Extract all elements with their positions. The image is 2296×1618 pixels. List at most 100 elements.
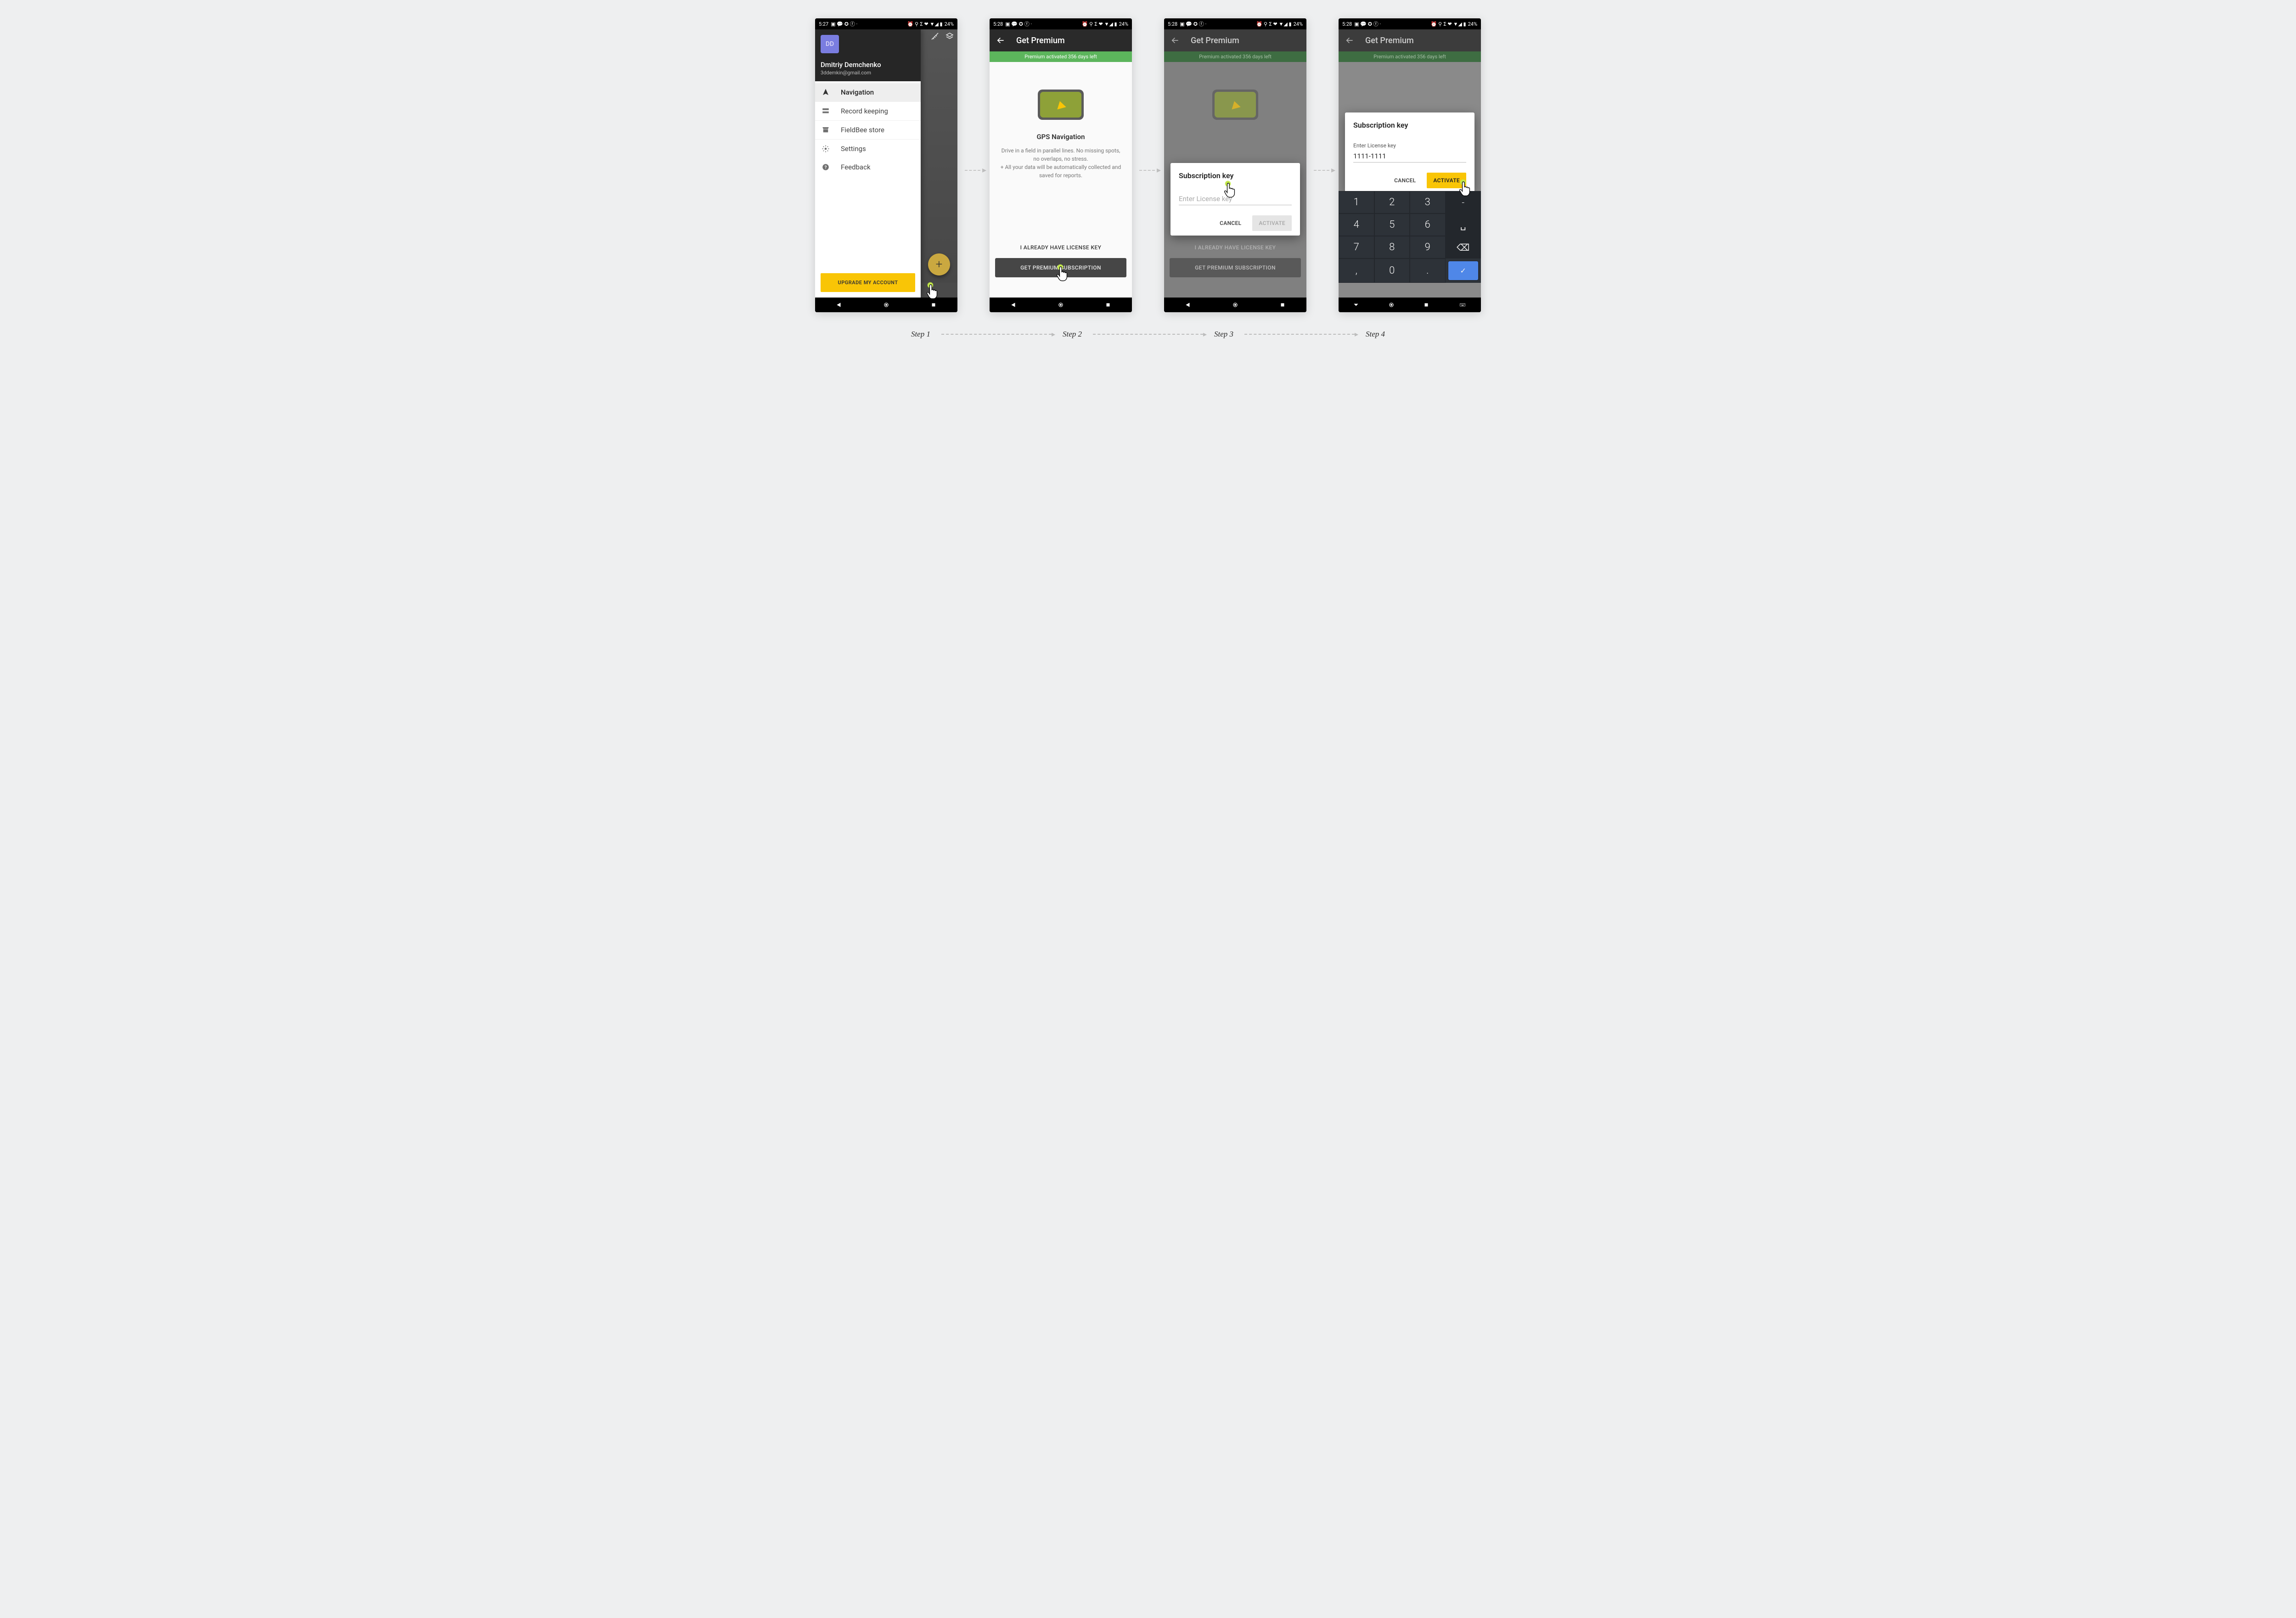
nav-recent-icon[interactable] — [1279, 302, 1286, 308]
nav-back-icon[interactable] — [1185, 302, 1191, 308]
get-subscription-button: GET PREMIUM SUBSCRIPTION — [1170, 258, 1301, 277]
premium-title: GPS Navigation — [990, 133, 1132, 141]
nav-back-icon[interactable] — [836, 302, 842, 308]
app-bar: Get Premium — [1339, 29, 1481, 51]
premium-desc-1: Drive in a field in parallel lines. No m… — [990, 146, 1132, 163]
dialog-title: Subscription key — [1179, 171, 1292, 180]
premium-illustration — [1212, 90, 1258, 120]
status-icons-left: ▣ 💬 ✪ ⓕ · — [831, 20, 857, 28]
nav-back-icon[interactable] — [1010, 302, 1017, 308]
app-bar: Get Premium — [990, 29, 1132, 51]
nav-recent-icon[interactable] — [1423, 302, 1429, 308]
premium-desc-2: + All your data will be automatically co… — [990, 163, 1132, 180]
nav-home-icon[interactable] — [883, 302, 889, 308]
nav-home-icon[interactable] — [1058, 302, 1064, 308]
key-0[interactable]: 0 — [1374, 258, 1410, 283]
android-nav-bar — [990, 298, 1132, 312]
arrow-icon: ▸ — [965, 165, 986, 175]
status-time: 5:28 — [1342, 21, 1352, 27]
nav-keyboard-icon[interactable] — [1458, 302, 1467, 308]
navigation-icon — [822, 88, 830, 96]
android-nav-bar — [1164, 298, 1306, 312]
drawer-item-store[interactable]: FieldBee store — [815, 121, 921, 140]
key-comma[interactable]: , — [1339, 258, 1374, 283]
map-background — [921, 29, 957, 283]
license-key-link[interactable]: I ALREADY HAVE LICENSE KEY — [995, 244, 1126, 251]
status-icons-right: ⏰ ⚲ ⵉ ❤ ▼◢ ▮ — [1256, 21, 1292, 27]
status-icons-left: ▣ 💬 ✪ ⓕ · — [1005, 20, 1032, 28]
android-nav-bar — [1339, 298, 1481, 312]
nav-drawer: DD Dmitriy Demchenko 3ddemkin@gmail.com … — [815, 29, 921, 298]
numeric-keypad: 1 2 3 - 4 5 6 ␣ 7 8 9 ⌫ , 0 . ✓ — [1339, 191, 1481, 283]
screen-step-3: 5:28 ▣ 💬 ✪ ⓕ · ⏰ ⚲ ⵉ ❤ ▼◢ ▮ 24% Get Prem… — [1164, 18, 1306, 312]
nav-down-icon[interactable] — [1353, 302, 1359, 308]
drawer-item-label: Record keeping — [841, 107, 888, 115]
key-done[interactable]: ✓ — [1448, 261, 1479, 281]
cancel-button[interactable]: CANCEL — [1213, 215, 1248, 231]
activate-button: ACTIVATE — [1252, 215, 1292, 231]
ruler-icon[interactable] — [931, 32, 939, 40]
activate-button[interactable]: ACTIVATE — [1427, 173, 1466, 188]
subscription-key-dialog: Subscription key Enter License key 1111-… — [1345, 112, 1474, 193]
status-bar: 5:28 ▣ 💬 ✪ ⓕ · ⏰ ⚲ ⵉ ❤ ▼◢ ▮ 24% — [1339, 18, 1481, 29]
status-bar: 5:28 ▣ 💬 ✪ ⓕ · ⏰ ⚲ ⵉ ❤ ▼◢ ▮ 24% — [1164, 18, 1306, 29]
status-icons-right: ⏰ ⚲ ⵉ ❤ ▼◢ ▮ — [1082, 21, 1117, 27]
drawer-item-feedback[interactable]: ? Feedback — [815, 158, 921, 176]
store-icon — [822, 126, 830, 134]
premium-illustration — [1038, 90, 1084, 120]
step-label-1: Step 1 — [911, 330, 930, 339]
drawer-user-name: Dmitriy Demchenko — [821, 61, 915, 69]
status-icons-left: ▣ 💬 ✪ ⓕ · — [1354, 20, 1381, 28]
status-battery: 24% — [1119, 21, 1128, 27]
fab-add[interactable]: + — [928, 253, 950, 275]
key-3[interactable]: 3 — [1410, 191, 1446, 213]
key-7[interactable]: 7 — [1339, 236, 1374, 258]
key-1[interactable]: 1 — [1339, 191, 1374, 213]
upgrade-label: UPGRADE MY ACCOUNT — [838, 280, 898, 286]
nav-recent-icon[interactable] — [930, 302, 937, 308]
nav-recent-icon[interactable] — [1105, 302, 1111, 308]
key-8[interactable]: 8 — [1374, 236, 1410, 258]
drawer-item-navigation[interactable]: Navigation — [815, 83, 921, 102]
avatar[interactable]: DD — [821, 35, 839, 53]
arrow-icon: ▸ — [1139, 165, 1161, 175]
nav-home-icon[interactable] — [1388, 302, 1395, 308]
drawer-item-label: FieldBee store — [841, 126, 884, 134]
drawer-item-settings[interactable]: Settings — [815, 140, 921, 158]
key-period[interactable]: . — [1410, 258, 1446, 283]
status-battery: 24% — [1294, 21, 1303, 27]
drawer-user-email: 3ddemkin@gmail.com — [821, 70, 915, 76]
key-5[interactable]: 5 — [1374, 213, 1410, 236]
drawer-item-record[interactable]: Record keeping — [815, 102, 921, 121]
layers-icon[interactable] — [945, 32, 954, 40]
key-9[interactable]: 9 — [1410, 236, 1446, 258]
license-key-input[interactable]: 1111-1111 — [1353, 150, 1466, 163]
nav-home-icon[interactable] — [1232, 302, 1238, 308]
status-bar: 5:27 ▣ 💬 ✪ ⓕ · ⏰ ⚲ ⵉ ❤ ▼◢ ▮ 24% — [815, 18, 957, 29]
key-backspace[interactable]: ⌫ — [1446, 236, 1481, 258]
key-4[interactable]: 4 — [1339, 213, 1374, 236]
upgrade-account-button[interactable]: UPGRADE MY ACCOUNT — [821, 273, 915, 292]
back-arrow-icon[interactable] — [1171, 36, 1180, 45]
svg-text:?: ? — [825, 165, 827, 170]
dialog-title: Subscription key — [1353, 121, 1466, 129]
dialog-field-label: Enter License key — [1353, 142, 1466, 149]
app-bar-title: Get Premium — [1191, 36, 1239, 45]
status-battery: 24% — [1468, 21, 1477, 27]
premium-banner: Premium activated 356 days left — [1164, 51, 1306, 62]
drawer-item-label: Feedback — [841, 163, 871, 171]
app-bar-title: Get Premium — [1365, 36, 1414, 45]
license-key-input[interactable]: Enter License key — [1179, 193, 1292, 205]
status-battery: 24% — [945, 21, 954, 27]
get-subscription-button[interactable]: GET PREMIUM SUBSCRIPTION — [995, 258, 1126, 277]
cancel-button[interactable]: CANCEL — [1388, 173, 1422, 188]
status-time: 5:28 — [1168, 21, 1177, 27]
key-space[interactable]: ␣ — [1446, 213, 1481, 236]
key-6[interactable]: 6 — [1410, 213, 1446, 236]
key-2[interactable]: 2 — [1374, 191, 1410, 213]
app-bar: Get Premium — [1164, 29, 1306, 51]
back-arrow-icon[interactable] — [1345, 36, 1354, 45]
key-dash[interactable]: - — [1446, 191, 1481, 213]
app-bar-title: Get Premium — [1016, 36, 1065, 45]
back-arrow-icon[interactable] — [996, 36, 1005, 45]
